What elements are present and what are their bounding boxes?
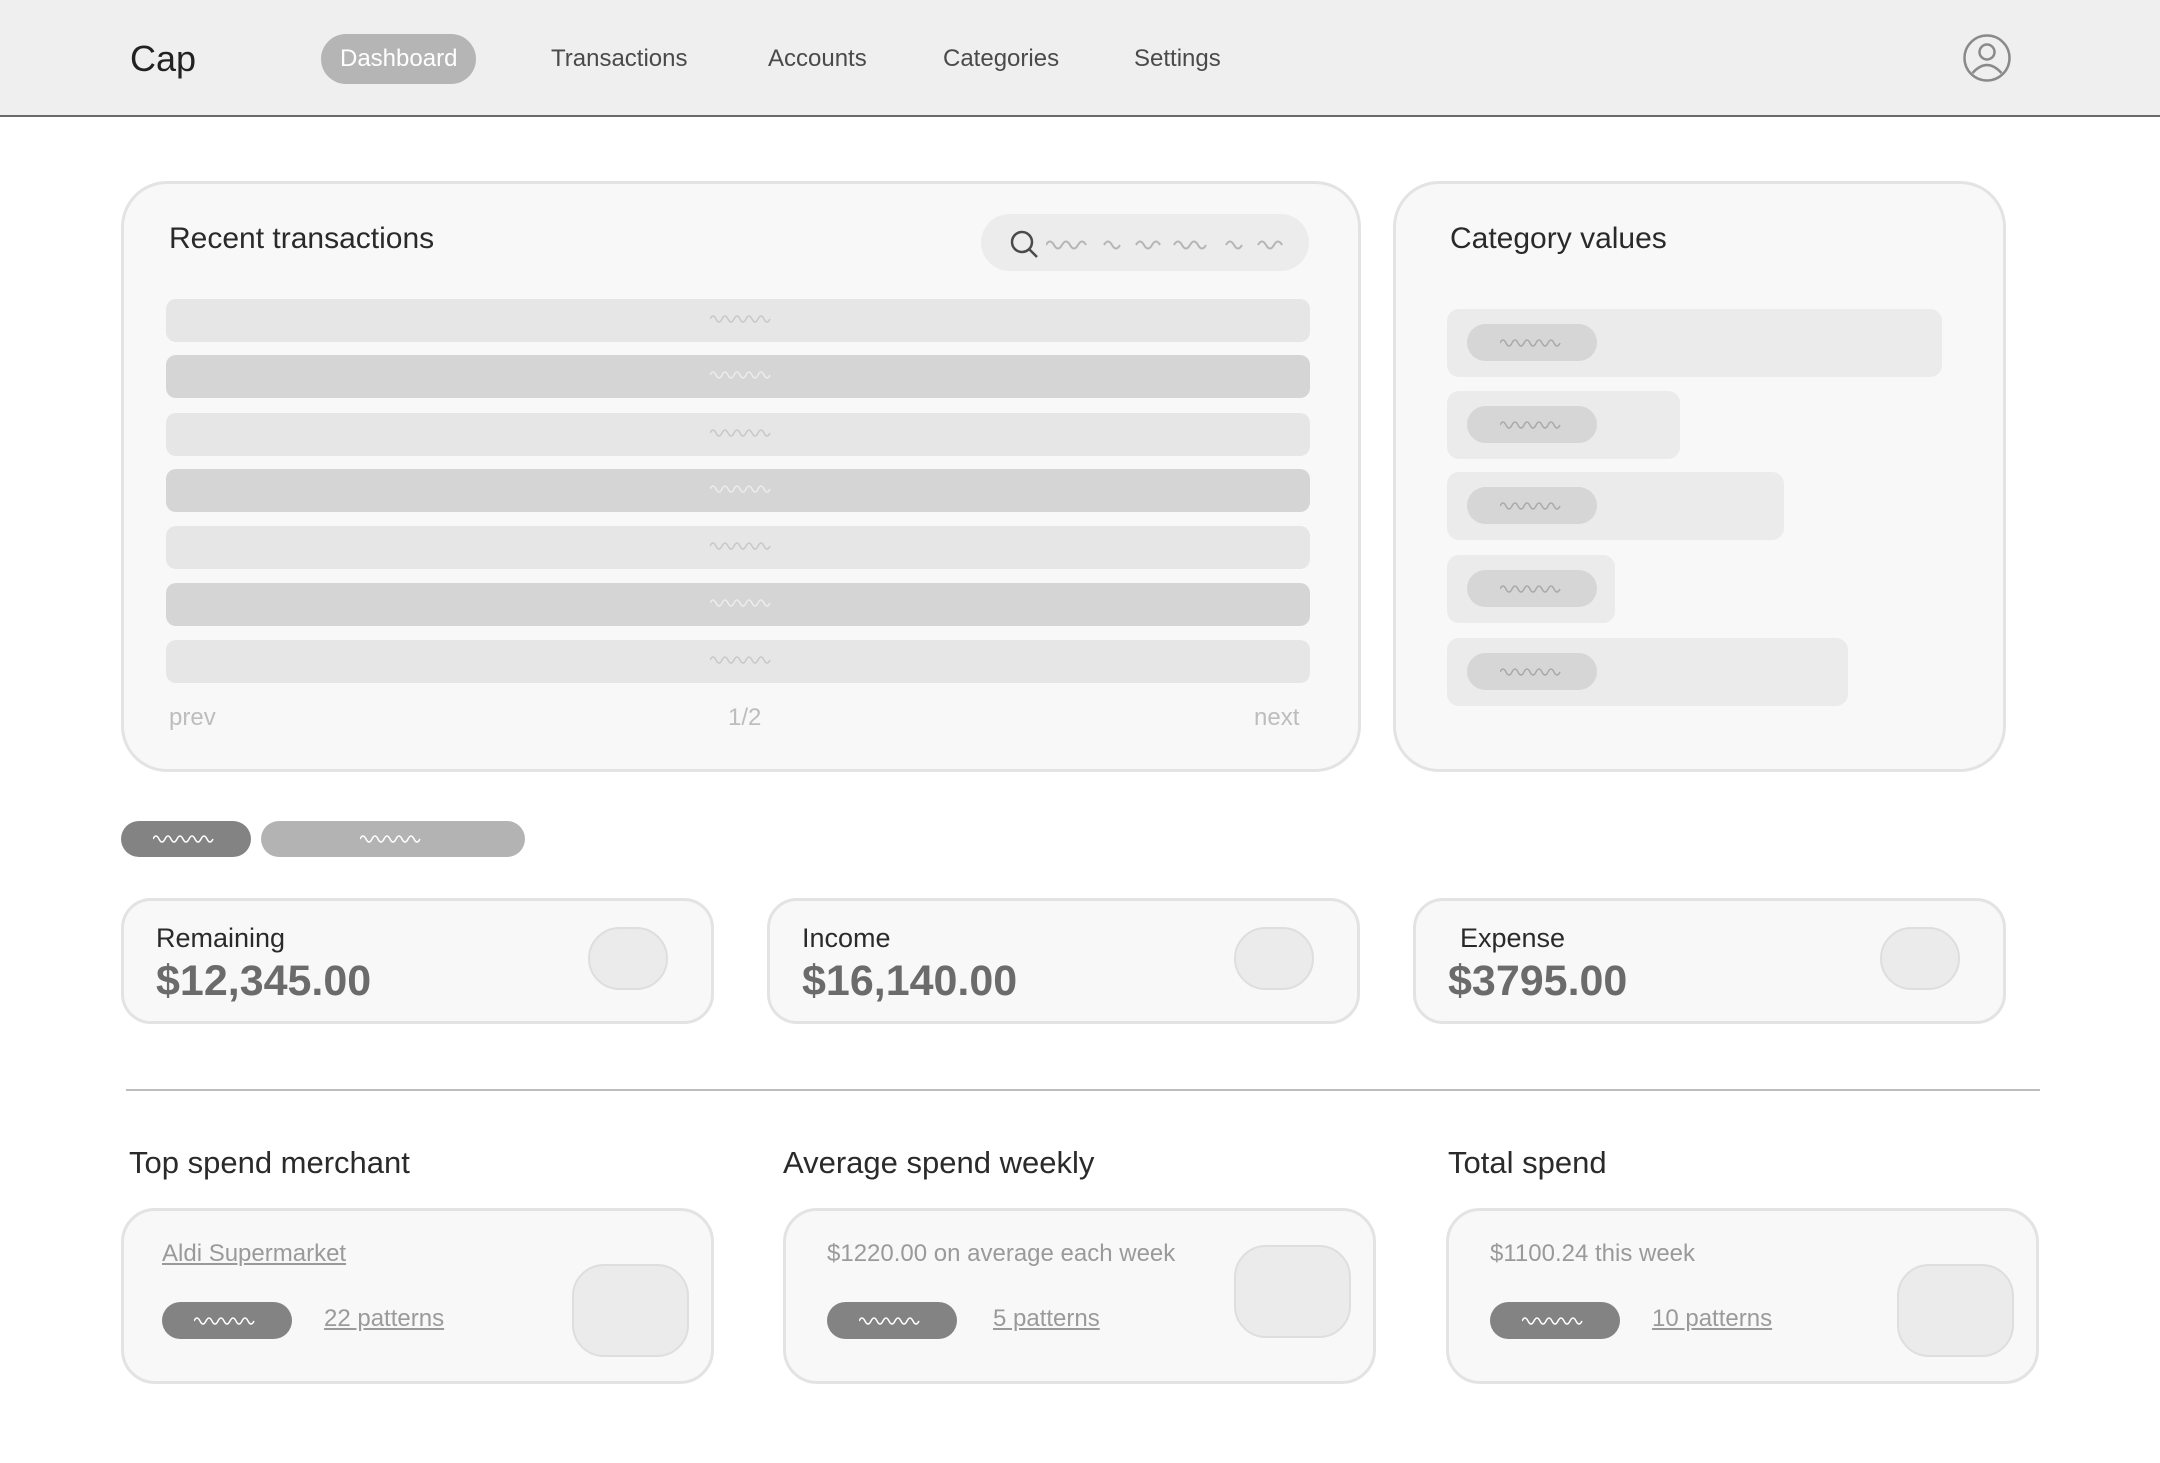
transaction-row[interactable] (166, 413, 1310, 456)
pager-next-link[interactable]: next (1254, 704, 1299, 732)
filter-chip-secondary[interactable] (261, 821, 525, 857)
average-spend-weekly-card: $1220.00 on average each week 5 patterns (783, 1208, 1376, 1384)
row-scribble (710, 599, 771, 607)
transaction-row[interactable] (166, 526, 1310, 569)
category-label-pill (1467, 406, 1597, 443)
recent-transactions-title: Recent transactions (169, 222, 435, 255)
transaction-row[interactable] (166, 355, 1310, 398)
average-spend-weekly-title: Average spend weekly (783, 1145, 1095, 1180)
chip-scribble (360, 835, 421, 843)
nav-dashboard[interactable]: Dashboard (321, 34, 477, 84)
transaction-row[interactable] (166, 583, 1310, 626)
category-bar[interactable] (1447, 391, 1680, 459)
pill-scribble (1500, 421, 1561, 429)
app-logo[interactable]: Cap (130, 38, 196, 80)
transaction-row[interactable] (166, 469, 1310, 512)
row-scribble (710, 371, 771, 379)
total-spend-badge[interactable] (1490, 1302, 1620, 1339)
nav-accounts[interactable]: Accounts (749, 34, 886, 84)
expense-label: Expense (1460, 923, 1566, 953)
remaining-value: $12,345.00 (156, 957, 372, 1005)
search-placeholder-scribble (1046, 240, 1283, 250)
nav-transactions[interactable]: Transactions (532, 34, 707, 84)
total-spend-text: $1100.24 this week (1490, 1240, 1696, 1267)
total-spend-card: $1100.24 this week 10 patterns (1446, 1208, 2039, 1384)
filter-chip-primary[interactable] (121, 821, 251, 857)
nav-categories[interactable]: Categories (924, 34, 1078, 84)
average-spend-patterns-link[interactable]: 5 patterns (993, 1305, 1100, 1333)
user-circle-icon[interactable] (1962, 33, 2012, 83)
pill-scribble (1500, 668, 1561, 676)
row-scribble (710, 315, 771, 323)
transaction-row[interactable] (166, 299, 1310, 342)
category-bar[interactable] (1447, 472, 1784, 540)
category-label-pill (1467, 653, 1597, 690)
remaining-stat-card: Remaining $12,345.00 (121, 898, 714, 1024)
row-scribble (710, 485, 771, 493)
average-spend-text: $1220.00 on average each week (827, 1240, 1176, 1267)
badge-scribble (194, 1317, 255, 1325)
recent-transactions-card: Recent transactions prev 1/2 next (121, 181, 1361, 772)
category-values-title: Category values (1450, 222, 1667, 255)
transaction-search-input[interactable] (981, 214, 1309, 271)
pill-scribble (1500, 585, 1561, 593)
chip-scribble (153, 835, 214, 843)
top-spend-merchant-title: Top spend merchant (129, 1145, 410, 1180)
merchant-link[interactable]: Aldi Supermarket (162, 1240, 346, 1268)
pager-prev-link[interactable]: prev (169, 704, 216, 732)
total-spend-title: Total spend (1448, 1145, 1607, 1180)
category-label-pill (1467, 487, 1597, 524)
merchant-badge[interactable] (162, 1302, 292, 1339)
average-spend-icon-placeholder (1234, 1245, 1351, 1338)
category-label-pill (1467, 570, 1597, 607)
badge-scribble (859, 1317, 920, 1325)
nav-settings[interactable]: Settings (1115, 34, 1240, 84)
remaining-icon-placeholder (588, 927, 668, 990)
top-navigation-bar: Cap Dashboard Transactions Accounts Cate… (0, 0, 2160, 117)
pager-page-indicator: 1/2 (728, 704, 762, 731)
category-label-pill (1467, 324, 1597, 361)
income-icon-placeholder (1234, 927, 1314, 990)
merchant-icon-placeholder (572, 1264, 689, 1357)
row-scribble (710, 656, 771, 664)
total-spend-patterns-link[interactable]: 10 patterns (1652, 1305, 1772, 1333)
section-divider (126, 1089, 2040, 1091)
row-scribble (710, 542, 771, 550)
transaction-row[interactable] (166, 640, 1310, 683)
search-icon (1010, 230, 1038, 258)
category-values-card: Category values (1393, 181, 2006, 772)
average-spend-badge[interactable] (827, 1302, 957, 1339)
merchant-patterns-link[interactable]: 22 patterns (324, 1305, 444, 1333)
total-spend-icon-placeholder (1897, 1264, 2014, 1357)
income-value: $16,140.00 (802, 957, 1018, 1005)
expense-value: $3795.00 (1448, 957, 1628, 1005)
remaining-label: Remaining (156, 923, 286, 953)
badge-scribble (1522, 1317, 1583, 1325)
row-scribble (710, 429, 771, 437)
income-stat-card: Income $16,140.00 (767, 898, 1360, 1024)
category-bar[interactable] (1447, 638, 1848, 706)
pill-scribble (1500, 502, 1561, 510)
expense-icon-placeholder (1880, 927, 1960, 990)
category-bar[interactable] (1447, 309, 1942, 377)
income-label: Income (802, 923, 891, 953)
pill-scribble (1500, 339, 1561, 347)
top-spend-merchant-card: Aldi Supermarket 22 patterns (121, 1208, 714, 1384)
expense-stat-card: Expense $3795.00 (1413, 898, 2006, 1024)
category-bar[interactable] (1447, 555, 1615, 623)
